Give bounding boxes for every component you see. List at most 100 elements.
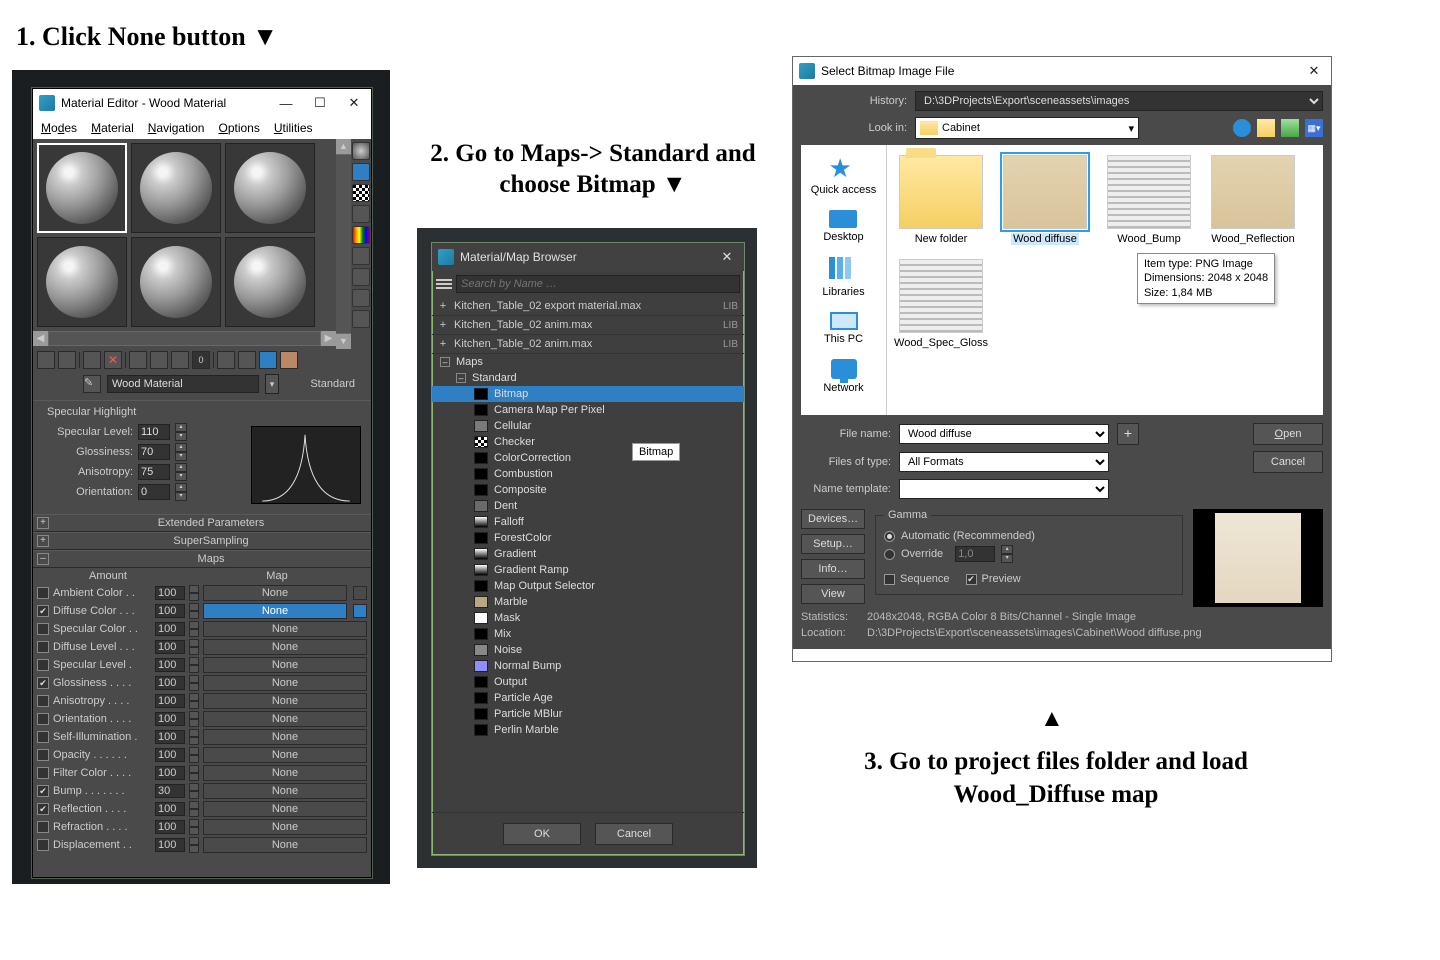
place-libraries[interactable]: Libraries — [822, 257, 864, 298]
new-folder-icon[interactable] — [1281, 119, 1299, 137]
map-enable-checkbox[interactable] — [37, 695, 49, 707]
map-type-item[interactable]: Dent — [432, 498, 744, 514]
map-none-button[interactable]: None — [203, 711, 367, 727]
map-none-button[interactable]: None — [203, 693, 367, 709]
make-preview-icon[interactable] — [352, 247, 370, 265]
lookin-dd[interactable]: ▾ — [1124, 122, 1138, 135]
map-amount-spinner[interactable] — [189, 729, 199, 745]
seq-plus-button[interactable]: + — [1117, 423, 1139, 445]
search-input[interactable] — [456, 275, 740, 293]
file-thumb[interactable]: Wood diffuse — [999, 155, 1091, 245]
menu-navigation[interactable]: Navigation — [148, 121, 205, 135]
map-none-button[interactable]: None — [203, 603, 347, 619]
map-type-item[interactable]: Map Output Selector — [432, 578, 744, 594]
anisotropy-spinner[interactable]: ▴▾ — [175, 463, 187, 481]
material-slot-5[interactable] — [131, 237, 221, 327]
map-amount-spinner[interactable] — [189, 639, 199, 655]
material-slot-3[interactable] — [225, 143, 315, 233]
map-none-button[interactable]: None — [203, 675, 367, 691]
material-slot-1[interactable] — [37, 143, 127, 233]
map-amount-input[interactable]: 30 — [155, 784, 185, 798]
map-enable-checkbox[interactable] — [37, 641, 49, 653]
info-button[interactable]: Info… — [801, 559, 865, 579]
pick-material-icon[interactable]: ✎ — [83, 375, 101, 393]
map-type-item[interactable]: Cellular — [432, 418, 744, 434]
cancel-button[interactable]: Cancel — [1253, 451, 1323, 473]
map-type-item[interactable]: ForestColor — [432, 530, 744, 546]
get-material-icon[interactable] — [37, 351, 55, 369]
backlight-icon[interactable] — [352, 163, 370, 181]
reset-icon[interactable]: ✕ — [104, 351, 122, 369]
map-amount-input[interactable]: 100 — [155, 586, 185, 600]
material-slot-6[interactable] — [225, 237, 315, 327]
map-type-item[interactable]: Gradient Ramp — [432, 562, 744, 578]
map-none-button[interactable]: None — [203, 585, 347, 601]
slot-hscroll[interactable]: ◀▶ — [33, 331, 336, 346]
map-amount-input[interactable]: 100 — [155, 712, 185, 726]
map-amount-input[interactable]: 100 — [155, 820, 185, 834]
gamma-auto-radio[interactable] — [884, 531, 895, 542]
map-enable-checkbox[interactable] — [37, 659, 49, 671]
map-enable-checkbox[interactable] — [37, 839, 49, 851]
map-enable-checkbox[interactable] — [37, 767, 49, 779]
make-unique-icon[interactable] — [150, 351, 168, 369]
map-enable-checkbox[interactable] — [37, 713, 49, 725]
map-type-item[interactable]: Marble — [432, 594, 744, 610]
map-none-button[interactable]: None — [203, 639, 367, 655]
library-row[interactable]: +Kitchen_Table_02 export material.maxLIB — [432, 297, 744, 316]
close-button[interactable]: ✕ — [1297, 57, 1331, 85]
file-thumb[interactable]: New folder — [895, 155, 987, 245]
menu-options[interactable]: Options — [218, 121, 259, 135]
file-thumb[interactable]: Wood_Spec_Gloss — [895, 259, 987, 349]
map-enable-checkbox[interactable]: ✔ — [37, 803, 49, 815]
map-amount-input[interactable]: 100 — [155, 604, 185, 618]
filename-input[interactable]: Wood diffuse — [899, 424, 1109, 444]
map-amount-spinner[interactable] — [189, 585, 199, 601]
map-lock-icon[interactable] — [353, 604, 367, 618]
map-amount-spinner[interactable] — [189, 765, 199, 781]
menu-modes[interactable]: Modes — [41, 121, 77, 135]
cancel-button[interactable]: Cancel — [595, 823, 673, 845]
map-enable-checkbox[interactable] — [37, 587, 49, 599]
map-amount-input[interactable]: 100 — [155, 694, 185, 708]
map-amount-input[interactable]: 100 — [155, 802, 185, 816]
map-type-item[interactable]: Camera Map Per Pixel — [432, 402, 744, 418]
map-type-item[interactable]: Mix — [432, 626, 744, 642]
background-icon[interactable] — [352, 184, 370, 202]
map-amount-spinner[interactable] — [189, 801, 199, 817]
map-amount-input[interactable]: 100 — [155, 730, 185, 744]
map-amount-spinner[interactable] — [189, 657, 199, 673]
options-icon[interactable] — [352, 268, 370, 286]
orientation-input[interactable] — [138, 484, 170, 500]
go-parent-icon[interactable] — [259, 351, 277, 369]
map-enable-checkbox[interactable]: ✔ — [37, 677, 49, 689]
map-amount-spinner[interactable] — [189, 819, 199, 835]
view-button[interactable]: View — [801, 584, 865, 604]
rollout-supersampling[interactable]: +SuperSampling — [33, 532, 371, 550]
sample-uv-icon[interactable] — [352, 205, 370, 223]
gamma-spinner[interactable]: ▴▾ — [1001, 545, 1013, 563]
map-type-item[interactable]: Composite — [432, 482, 744, 498]
spec-level-input[interactable] — [138, 424, 170, 440]
video-color-icon[interactable] — [352, 226, 370, 244]
library-row[interactable]: +Kitchen_Table_02 anim.maxLIB — [432, 316, 744, 335]
map-type-item[interactable]: Normal Bump — [432, 658, 744, 674]
map-amount-spinner[interactable] — [189, 621, 199, 637]
make-copy-icon[interactable] — [129, 351, 147, 369]
show-in-vp-icon[interactable] — [217, 351, 235, 369]
material-slot-2[interactable] — [131, 143, 221, 233]
view-menu-icon[interactable]: ▦▾ — [1305, 119, 1323, 137]
file-thumb[interactable]: Wood_Reflection — [1207, 155, 1299, 245]
map-type-item[interactable]: Noise — [432, 642, 744, 658]
back-icon[interactable] — [1233, 119, 1251, 137]
open-button[interactable]: Open — [1253, 423, 1323, 445]
map-amount-input[interactable]: 100 — [155, 838, 185, 852]
map-type-item[interactable]: Gradient — [432, 546, 744, 562]
devices-button[interactable]: Devices… — [801, 509, 865, 529]
show-end-icon[interactable] — [238, 351, 256, 369]
place-network[interactable]: Network — [823, 359, 863, 394]
map-type-item[interactable]: Falloff — [432, 514, 744, 530]
map-type-item[interactable]: Perlin Marble — [432, 722, 744, 738]
up-folder-icon[interactable] — [1257, 119, 1275, 137]
map-amount-spinner[interactable] — [189, 675, 199, 691]
